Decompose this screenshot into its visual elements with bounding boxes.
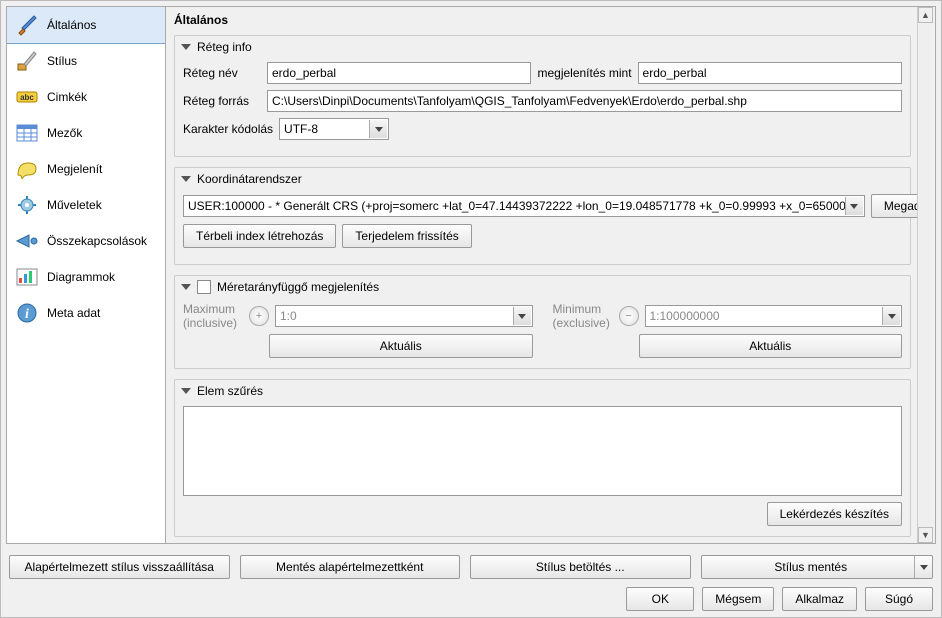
display-as-label: megjelenítés mint — [537, 66, 631, 80]
zoom-in-icon[interactable]: + — [249, 306, 269, 326]
sidebar-label: Stílus — [47, 54, 77, 68]
group-feature-filter: Elem szűrés Lekérdezés készítés — [174, 379, 911, 537]
disclosure-triangle-icon — [181, 176, 191, 182]
sidebar-item-actions[interactable]: Műveletek — [7, 187, 165, 223]
zoom-out-icon[interactable]: − — [619, 306, 639, 326]
disclosure-triangle-icon — [181, 44, 191, 50]
disclosure-triangle-icon — [181, 388, 191, 394]
restore-default-style-button[interactable]: Alapértelmezett stílus visszaállítása — [9, 555, 230, 579]
spatial-index-button[interactable]: Térbeli index létrehozás — [183, 224, 336, 248]
help-button[interactable]: Súgó — [865, 587, 933, 611]
sidebar-label: Megjelenít — [47, 162, 102, 176]
scale-enable-checkbox[interactable] — [197, 280, 211, 294]
min-scale-value: 1:100000000 — [650, 309, 898, 323]
group-crs: Koordinátarendszer USER:100000 - * Gener… — [174, 167, 911, 265]
layer-properties-dialog: Általános Stílus abc Cimkék Mezők — [0, 0, 942, 618]
group-title: Elem szűrés — [197, 384, 263, 398]
cancel-button[interactable]: Mégsem — [702, 587, 774, 611]
min-scale-current-button[interactable]: Aktuális — [639, 334, 903, 358]
save-style-button[interactable]: Stílus mentés — [701, 555, 934, 579]
crs-value: USER:100000 - * Generált CRS (+proj=some… — [188, 199, 860, 213]
sidebar-item-joins[interactable]: Összekapcsolások — [7, 223, 165, 259]
layer-source-input[interactable] — [267, 90, 902, 112]
group-title: Koordinátarendszer — [197, 172, 302, 186]
svg-text:abc: abc — [20, 93, 34, 102]
encoding-select[interactable]: UTF-8 — [279, 118, 389, 140]
display-as-input[interactable] — [638, 62, 902, 84]
sidebar-item-labels[interactable]: abc Cimkék — [7, 79, 165, 115]
max-scale-label: Maximum (inclusive) — [183, 302, 243, 330]
gear-icon — [15, 193, 39, 217]
filter-expression-textarea[interactable] — [183, 406, 902, 496]
group-title: Méretarányfüggő megjelenítés — [217, 280, 379, 294]
display-icon — [15, 157, 39, 181]
max-scale-combo[interactable]: 1:0 — [275, 305, 533, 327]
scroll-track[interactable] — [918, 23, 933, 527]
sidebar-item-metadata[interactable]: i Meta adat — [7, 295, 165, 331]
group-header-filter[interactable]: Elem szűrés — [181, 384, 902, 398]
update-extent-button[interactable]: Terjedelem frissítés — [342, 224, 471, 248]
sidebar-label: Cimkék — [47, 90, 87, 104]
min-scale-combo[interactable]: 1:100000000 — [645, 305, 903, 327]
save-as-default-button[interactable]: Mentés alapértelmezettként — [240, 555, 461, 579]
svg-text:i: i — [25, 307, 29, 322]
group-scale-visibility: Méretarányfüggő megjelenítés Maximum (in… — [174, 275, 911, 369]
scroll-up-icon[interactable]: ▲ — [918, 7, 933, 23]
dropdown-icon — [882, 307, 900, 325]
query-builder-button[interactable]: Lekérdezés készítés — [767, 502, 902, 526]
info-icon: i — [15, 301, 39, 325]
sidebar-item-style[interactable]: Stílus — [7, 43, 165, 79]
scroll-down-icon[interactable]: ▼ — [918, 527, 933, 543]
sidebar-label: Mezők — [47, 126, 82, 140]
content-pane: Általános Réteg info Réteg név megjelení… — [172, 7, 917, 543]
load-style-button[interactable]: Stílus betöltés ... — [470, 555, 691, 579]
group-title: Réteg info — [197, 40, 252, 54]
brush-icon — [15, 49, 39, 73]
dropdown-icon — [513, 307, 531, 325]
dropdown-icon — [845, 197, 863, 215]
page-title: Általános — [172, 7, 913, 31]
sidebar-label: Meta adat — [47, 306, 100, 320]
category-sidebar: Általános Stílus abc Cimkék Mezők — [6, 6, 166, 544]
max-scale-value: 1:0 — [280, 309, 528, 323]
chevron-down-icon — [914, 556, 932, 578]
sidebar-label: Diagrammok — [47, 270, 115, 284]
table-icon — [15, 121, 39, 145]
content-scrollbar[interactable]: ▲ ▼ — [917, 7, 933, 543]
sidebar-item-general[interactable]: Általános — [6, 6, 166, 44]
sidebar-label: Általános — [47, 18, 96, 32]
crs-specify-button[interactable]: Megad... — [871, 194, 917, 218]
max-scale-current-button[interactable]: Aktuális — [269, 334, 533, 358]
save-style-label: Stílus mentés — [774, 560, 847, 574]
join-icon — [15, 229, 39, 253]
ok-button[interactable]: OK — [626, 587, 694, 611]
apply-button[interactable]: Alkalmaz — [782, 587, 857, 611]
min-scale-label: Minimum (exclusive) — [553, 302, 613, 330]
layer-source-label: Réteg forrás — [183, 94, 261, 108]
layer-name-input[interactable] — [267, 62, 531, 84]
layer-name-label: Réteg név — [183, 66, 261, 80]
dropdown-icon — [369, 120, 387, 138]
chart-icon — [15, 265, 39, 289]
sidebar-label: Műveletek — [47, 198, 102, 212]
disclosure-triangle-icon — [181, 284, 191, 290]
group-header-layer-info[interactable]: Réteg info — [181, 40, 902, 54]
sidebar-item-display[interactable]: Megjelenít — [7, 151, 165, 187]
sidebar-item-fields[interactable]: Mezők — [7, 115, 165, 151]
dialog-button-bar: Alapértelmezett stílus visszaállítása Me… — [1, 549, 941, 617]
crs-select[interactable]: USER:100000 - * Generált CRS (+proj=some… — [183, 195, 865, 217]
group-layer-info: Réteg info Réteg név megjelenítés mint R… — [174, 35, 911, 157]
labels-icon: abc — [15, 85, 39, 109]
group-header-scale[interactable]: Méretarányfüggő megjelenítés — [181, 280, 902, 294]
encoding-label: Karakter kódolás — [183, 122, 273, 136]
sidebar-item-diagrams[interactable]: Diagrammok — [7, 259, 165, 295]
sidebar-label: Összekapcsolások — [47, 234, 147, 248]
group-header-crs[interactable]: Koordinátarendszer — [181, 172, 902, 186]
tools-icon — [15, 13, 39, 37]
